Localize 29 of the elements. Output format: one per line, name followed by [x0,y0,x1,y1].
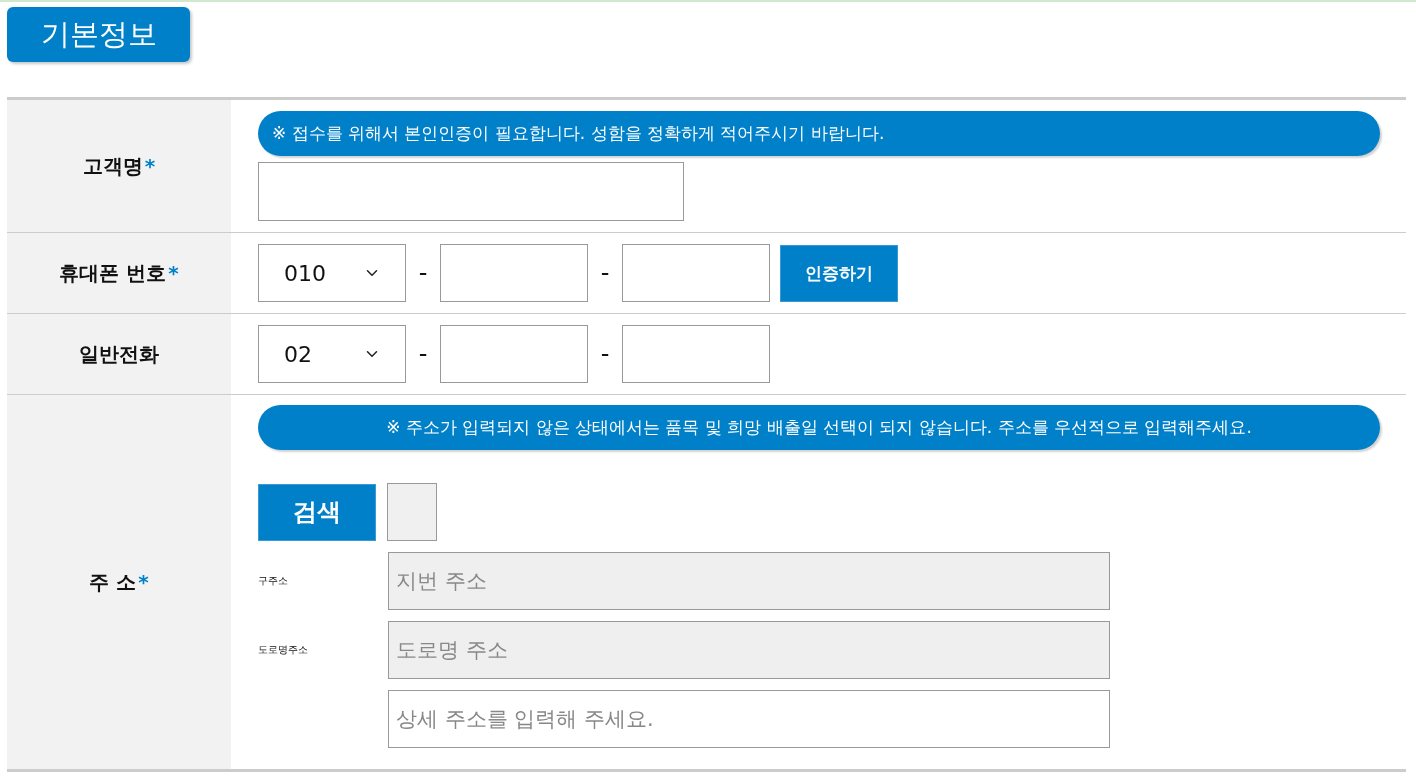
address-line-label: 구주소 [258,574,289,588]
search-button[interactable]: 검색 [258,483,376,541]
required-asterisk: * [168,261,179,285]
field-label: 고객명 [82,152,143,180]
area-code-select[interactable]: 010 [258,244,406,302]
section-heading: 기본정보 [7,7,190,62]
notice-banner: ※ 접수를 위해서 본인인증이 필요합니다. 성함을 정확하게 적어주시기 바랍니다. [258,111,1380,156]
phone-number-input[interactable] [440,244,588,302]
address-input[interactable]: 지번 주소 [388,552,1110,610]
name-input[interactable] [258,162,684,221]
input-field[interactable] [387,483,437,541]
phone-number-input[interactable] [622,325,770,383]
notice-banner: ※ 주소가 입력되지 않은 상태에서는 품목 및 희망 배출일 선택이 되지 않습니다. 주소를 우선적으로 입력해주세요. [258,405,1380,450]
area-code-select[interactable]: 02 [258,325,406,383]
address-input[interactable]: 상세 주소를 입력해 주세요. [388,690,1110,748]
required-asterisk: * [138,570,149,594]
dash-separator: - [599,340,611,368]
field-label: 일반전화 [79,340,159,368]
field-label: 휴대폰 번호 [59,259,167,287]
dash-separator: - [417,340,429,368]
phone-number-input[interactable] [440,325,588,383]
dash-separator: - [599,259,611,287]
address-input[interactable]: 도로명 주소 [388,621,1110,679]
address-line-label: 도로명주소 [258,643,309,657]
field-label: 주 소 [89,568,137,596]
verify-button[interactable]: 인증하기 [780,244,898,302]
dash-separator: - [417,259,429,287]
required-asterisk: * [144,154,156,178]
phone-number-input[interactable] [622,244,770,302]
